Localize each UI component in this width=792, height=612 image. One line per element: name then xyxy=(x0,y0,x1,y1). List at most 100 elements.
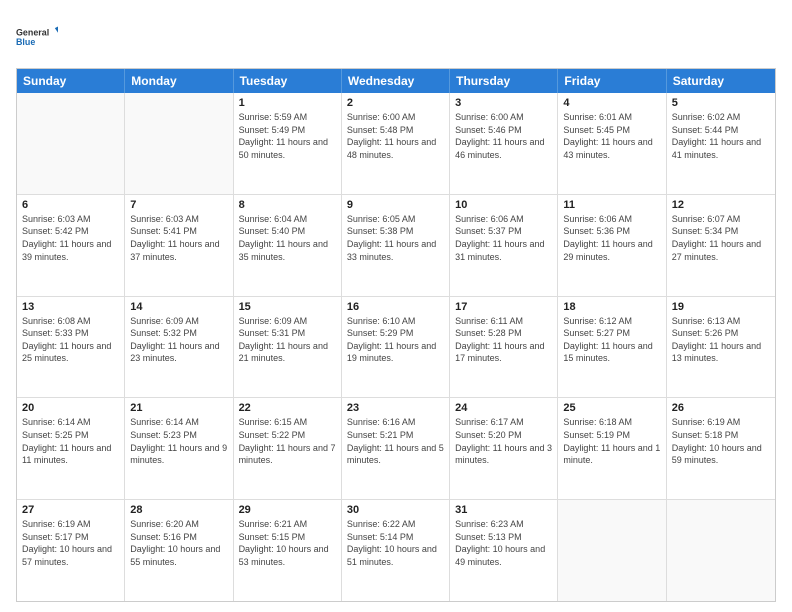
day-info: Sunrise: 6:18 AMSunset: 5:19 PMDaylight:… xyxy=(563,416,660,466)
calendar-body: 1 Sunrise: 5:59 AMSunset: 5:49 PMDayligh… xyxy=(17,93,775,601)
day-number: 1 xyxy=(239,97,336,109)
calendar-cell: 11 Sunrise: 6:06 AMSunset: 5:36 PMDaylig… xyxy=(558,195,666,296)
calendar-cell: 29 Sunrise: 6:21 AMSunset: 5:15 PMDaylig… xyxy=(234,500,342,601)
day-number: 9 xyxy=(347,199,444,211)
day-info: Sunrise: 6:07 AMSunset: 5:34 PMDaylight:… xyxy=(672,213,770,263)
weekday-header: Thursday xyxy=(450,69,558,93)
calendar-cell: 30 Sunrise: 6:22 AMSunset: 5:14 PMDaylig… xyxy=(342,500,450,601)
day-number: 4 xyxy=(563,97,660,109)
weekday-header: Tuesday xyxy=(234,69,342,93)
weekday-header: Monday xyxy=(125,69,233,93)
weekday-header: Sunday xyxy=(17,69,125,93)
calendar-cell: 5 Sunrise: 6:02 AMSunset: 5:44 PMDayligh… xyxy=(667,93,775,194)
day-info: Sunrise: 6:20 AMSunset: 5:16 PMDaylight:… xyxy=(130,518,227,568)
day-number: 24 xyxy=(455,402,552,414)
calendar-cell: 17 Sunrise: 6:11 AMSunset: 5:28 PMDaylig… xyxy=(450,297,558,398)
day-number: 8 xyxy=(239,199,336,211)
day-info: Sunrise: 6:10 AMSunset: 5:29 PMDaylight:… xyxy=(347,315,444,365)
day-number: 15 xyxy=(239,301,336,313)
calendar-cell: 2 Sunrise: 6:00 AMSunset: 5:48 PMDayligh… xyxy=(342,93,450,194)
day-info: Sunrise: 6:22 AMSunset: 5:14 PMDaylight:… xyxy=(347,518,444,568)
day-number: 3 xyxy=(455,97,552,109)
calendar-cell: 19 Sunrise: 6:13 AMSunset: 5:26 PMDaylig… xyxy=(667,297,775,398)
day-number: 20 xyxy=(22,402,119,414)
calendar-cell: 8 Sunrise: 6:04 AMSunset: 5:40 PMDayligh… xyxy=(234,195,342,296)
day-number: 31 xyxy=(455,504,552,516)
day-info: Sunrise: 6:08 AMSunset: 5:33 PMDaylight:… xyxy=(22,315,119,365)
day-info: Sunrise: 6:09 AMSunset: 5:31 PMDaylight:… xyxy=(239,315,336,365)
calendar-cell: 25 Sunrise: 6:18 AMSunset: 5:19 PMDaylig… xyxy=(558,398,666,499)
day-number: 29 xyxy=(239,504,336,516)
day-number: 30 xyxy=(347,504,444,516)
calendar-cell xyxy=(17,93,125,194)
day-info: Sunrise: 6:02 AMSunset: 5:44 PMDaylight:… xyxy=(672,111,770,161)
day-number: 21 xyxy=(130,402,227,414)
day-number: 16 xyxy=(347,301,444,313)
calendar-cell: 7 Sunrise: 6:03 AMSunset: 5:41 PMDayligh… xyxy=(125,195,233,296)
day-info: Sunrise: 6:21 AMSunset: 5:15 PMDaylight:… xyxy=(239,518,336,568)
day-info: Sunrise: 6:19 AMSunset: 5:18 PMDaylight:… xyxy=(672,416,770,466)
calendar-cell: 23 Sunrise: 6:16 AMSunset: 5:21 PMDaylig… xyxy=(342,398,450,499)
calendar: SundayMondayTuesdayWednesdayThursdayFrid… xyxy=(16,68,776,602)
day-info: Sunrise: 6:17 AMSunset: 5:20 PMDaylight:… xyxy=(455,416,552,466)
day-number: 7 xyxy=(130,199,227,211)
day-number: 6 xyxy=(22,199,119,211)
calendar-cell: 3 Sunrise: 6:00 AMSunset: 5:46 PMDayligh… xyxy=(450,93,558,194)
day-info: Sunrise: 6:14 AMSunset: 5:23 PMDaylight:… xyxy=(130,416,227,466)
calendar-row: 13 Sunrise: 6:08 AMSunset: 5:33 PMDaylig… xyxy=(17,296,775,398)
day-number: 13 xyxy=(22,301,119,313)
logo: General Blue xyxy=(16,16,58,58)
calendar-row: 20 Sunrise: 6:14 AMSunset: 5:25 PMDaylig… xyxy=(17,397,775,499)
calendar-cell: 28 Sunrise: 6:20 AMSunset: 5:16 PMDaylig… xyxy=(125,500,233,601)
calendar-cell xyxy=(558,500,666,601)
calendar-cell: 4 Sunrise: 6:01 AMSunset: 5:45 PMDayligh… xyxy=(558,93,666,194)
day-number: 10 xyxy=(455,199,552,211)
day-number: 27 xyxy=(22,504,119,516)
calendar-cell xyxy=(125,93,233,194)
calendar-cell: 16 Sunrise: 6:10 AMSunset: 5:29 PMDaylig… xyxy=(342,297,450,398)
calendar-cell: 31 Sunrise: 6:23 AMSunset: 5:13 PMDaylig… xyxy=(450,500,558,601)
day-number: 23 xyxy=(347,402,444,414)
weekday-header: Friday xyxy=(558,69,666,93)
calendar-cell: 26 Sunrise: 6:19 AMSunset: 5:18 PMDaylig… xyxy=(667,398,775,499)
calendar-cell: 22 Sunrise: 6:15 AMSunset: 5:22 PMDaylig… xyxy=(234,398,342,499)
calendar-cell: 18 Sunrise: 6:12 AMSunset: 5:27 PMDaylig… xyxy=(558,297,666,398)
day-info: Sunrise: 6:14 AMSunset: 5:25 PMDaylight:… xyxy=(22,416,119,466)
day-info: Sunrise: 6:15 AMSunset: 5:22 PMDaylight:… xyxy=(239,416,336,466)
day-info: Sunrise: 6:01 AMSunset: 5:45 PMDaylight:… xyxy=(563,111,660,161)
day-info: Sunrise: 6:03 AMSunset: 5:41 PMDaylight:… xyxy=(130,213,227,263)
calendar-cell: 14 Sunrise: 6:09 AMSunset: 5:32 PMDaylig… xyxy=(125,297,233,398)
day-info: Sunrise: 6:05 AMSunset: 5:38 PMDaylight:… xyxy=(347,213,444,263)
day-number: 2 xyxy=(347,97,444,109)
day-info: Sunrise: 6:00 AMSunset: 5:46 PMDaylight:… xyxy=(455,111,552,161)
day-info: Sunrise: 6:12 AMSunset: 5:27 PMDaylight:… xyxy=(563,315,660,365)
day-info: Sunrise: 6:16 AMSunset: 5:21 PMDaylight:… xyxy=(347,416,444,466)
calendar-header: SundayMondayTuesdayWednesdayThursdayFrid… xyxy=(17,69,775,93)
day-number: 25 xyxy=(563,402,660,414)
day-info: Sunrise: 6:03 AMSunset: 5:42 PMDaylight:… xyxy=(22,213,119,263)
day-info: Sunrise: 6:04 AMSunset: 5:40 PMDaylight:… xyxy=(239,213,336,263)
day-number: 22 xyxy=(239,402,336,414)
day-info: Sunrise: 6:13 AMSunset: 5:26 PMDaylight:… xyxy=(672,315,770,365)
day-number: 18 xyxy=(563,301,660,313)
logo-svg: General Blue xyxy=(16,16,58,58)
calendar-cell: 27 Sunrise: 6:19 AMSunset: 5:17 PMDaylig… xyxy=(17,500,125,601)
day-info: Sunrise: 6:23 AMSunset: 5:13 PMDaylight:… xyxy=(455,518,552,568)
day-number: 19 xyxy=(672,301,770,313)
day-number: 26 xyxy=(672,402,770,414)
day-info: Sunrise: 6:06 AMSunset: 5:36 PMDaylight:… xyxy=(563,213,660,263)
calendar-row: 27 Sunrise: 6:19 AMSunset: 5:17 PMDaylig… xyxy=(17,499,775,601)
calendar-cell: 9 Sunrise: 6:05 AMSunset: 5:38 PMDayligh… xyxy=(342,195,450,296)
calendar-row: 1 Sunrise: 5:59 AMSunset: 5:49 PMDayligh… xyxy=(17,93,775,194)
day-info: Sunrise: 6:19 AMSunset: 5:17 PMDaylight:… xyxy=(22,518,119,568)
day-info: Sunrise: 6:09 AMSunset: 5:32 PMDaylight:… xyxy=(130,315,227,365)
calendar-cell: 1 Sunrise: 5:59 AMSunset: 5:49 PMDayligh… xyxy=(234,93,342,194)
page-header: General Blue xyxy=(16,16,776,58)
svg-text:General: General xyxy=(16,27,49,37)
calendar-cell: 10 Sunrise: 6:06 AMSunset: 5:37 PMDaylig… xyxy=(450,195,558,296)
calendar-cell: 12 Sunrise: 6:07 AMSunset: 5:34 PMDaylig… xyxy=(667,195,775,296)
day-info: Sunrise: 6:11 AMSunset: 5:28 PMDaylight:… xyxy=(455,315,552,365)
day-number: 28 xyxy=(130,504,227,516)
day-info: Sunrise: 6:00 AMSunset: 5:48 PMDaylight:… xyxy=(347,111,444,161)
calendar-cell: 13 Sunrise: 6:08 AMSunset: 5:33 PMDaylig… xyxy=(17,297,125,398)
